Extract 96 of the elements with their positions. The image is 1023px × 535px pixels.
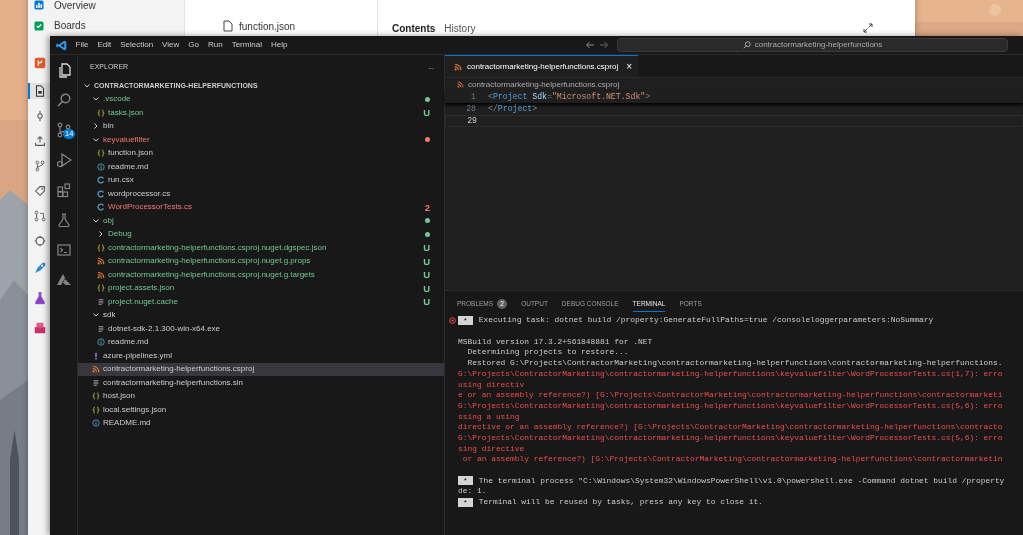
flask-icon[interactable] bbox=[55, 212, 72, 228]
tree-item[interactable]: tasks.json U bbox=[78, 106, 444, 120]
menu-item[interactable]: File bbox=[71, 39, 93, 51]
info-icon bbox=[97, 162, 105, 171]
status-letter: 2 bbox=[424, 202, 430, 212]
braces-icon bbox=[97, 243, 105, 252]
status-letter: U bbox=[423, 270, 430, 280]
tree-node[interactable]: function.json bbox=[185, 18, 377, 34]
tree-item[interactable]: contractormarketing-helperfunctions.csproj bbox=[78, 362, 444, 376]
pull-request-icon bbox=[33, 208, 47, 223]
tree-item[interactable]: keyvaluefilter bbox=[78, 133, 444, 147]
tag-icon bbox=[33, 183, 47, 198]
code-text: </Project> bbox=[488, 102, 538, 115]
line-number: 1 bbox=[470, 90, 476, 103]
back-icon bbox=[585, 40, 595, 50]
menu-item[interactable]: Run bbox=[203, 39, 228, 51]
editor-tab[interactable]: contractormarketing-helperfunctions.csproj × bbox=[445, 55, 639, 77]
tree-item[interactable]: project.assets.json U bbox=[78, 281, 444, 295]
tree-item[interactable]: bin bbox=[78, 119, 444, 133]
rocket-icon bbox=[33, 261, 47, 275]
status-letter: U bbox=[423, 243, 430, 253]
nav-icon-button[interactable] bbox=[28, 82, 50, 99]
lines-icon bbox=[97, 297, 105, 306]
rss-icon bbox=[457, 81, 464, 88]
rss-icon bbox=[454, 62, 462, 71]
app-logo-icon bbox=[56, 39, 67, 51]
package-icon bbox=[33, 321, 47, 335]
file-icon bbox=[33, 83, 47, 98]
tree-item[interactable]: contractormarketing-helperfunctions.csproj.nuget.dgspec.json U bbox=[78, 241, 444, 255]
tree-item[interactable]: host.json bbox=[78, 389, 444, 403]
braces-icon bbox=[92, 392, 100, 401]
tree-item[interactable]: sdk bbox=[78, 308, 444, 322]
tree-item[interactable]: azure-pipelines.yml bbox=[78, 349, 444, 363]
lines-icon bbox=[92, 378, 100, 387]
play-bug-icon[interactable] bbox=[55, 152, 72, 168]
search-icon bbox=[742, 41, 751, 49]
menu-item[interactable]: Go bbox=[183, 39, 204, 51]
rss-icon bbox=[97, 270, 105, 279]
braces-icon bbox=[97, 108, 105, 117]
info-icon bbox=[97, 338, 105, 347]
lines-icon bbox=[97, 324, 105, 333]
nav-item[interactable]: Overview bbox=[28, 0, 99, 12]
braces-icon bbox=[97, 149, 105, 158]
tree-item[interactable]: .vscode bbox=[78, 92, 444, 106]
tree-item[interactable]: readme.md bbox=[78, 335, 444, 349]
status-letter: U bbox=[423, 256, 430, 266]
menu-item[interactable]: View bbox=[157, 39, 184, 51]
menu-item[interactable]: Terminal bbox=[227, 39, 267, 51]
file-icon bbox=[223, 20, 233, 32]
branch-icon bbox=[33, 158, 47, 173]
upload-icon bbox=[33, 133, 47, 148]
tree-item[interactable]: wordprocessor.cs bbox=[78, 187, 444, 201]
tree-item[interactable]: readme.md bbox=[78, 160, 444, 174]
braces-icon bbox=[97, 284, 105, 293]
tree-item[interactable]: contractormarketing-helperfunctions.sln bbox=[78, 376, 444, 390]
search-icon[interactable] bbox=[55, 92, 72, 108]
tree-item[interactable]: run.csx bbox=[78, 173, 444, 187]
expand-icon bbox=[863, 23, 873, 33]
tab[interactable]: Contents bbox=[392, 20, 436, 36]
braces-icon bbox=[92, 405, 100, 414]
tree-item[interactable]: WordProcessorTests.cs 2 bbox=[78, 200, 444, 214]
command-center-field[interactable]: contractormarketing-helperfunctions bbox=[617, 38, 1008, 52]
tree-item[interactable]: contractormarketing-helperfunctions.csproj.nuget.g.props U bbox=[78, 254, 444, 268]
breadcrumb-item[interactable]: contractormarketing-helperfunctions.csproj bbox=[468, 78, 620, 91]
rss-icon bbox=[97, 257, 105, 266]
ring-icon bbox=[33, 233, 47, 248]
tree-item[interactable]: Debug bbox=[78, 227, 444, 241]
tree-item[interactable]: function.json bbox=[78, 146, 444, 160]
line-number: 28 bbox=[465, 102, 476, 115]
tree-item[interactable]: project.nuget.cache U bbox=[78, 295, 444, 309]
tree-item[interactable]: dotnet-sdk-2.1.300-win-x64.exe bbox=[78, 322, 444, 336]
tab[interactable]: History bbox=[444, 20, 476, 36]
tree-item[interactable]: local.settings.json bbox=[78, 403, 444, 417]
status-letter: U bbox=[423, 283, 430, 293]
code-text: <Project Sdk="Microsoft.NET.Sdk"> bbox=[488, 90, 651, 103]
forward-icon bbox=[599, 40, 609, 50]
triangle-logo-icon[interactable] bbox=[55, 272, 72, 288]
status-letter: U bbox=[423, 108, 430, 118]
tree-item[interactable]: README.md bbox=[78, 416, 444, 430]
board-icon bbox=[33, 19, 45, 32]
repository-icon bbox=[33, 56, 47, 70]
close-button[interactable]: × bbox=[626, 59, 633, 74]
tree-item[interactable]: obj bbox=[78, 214, 444, 228]
info-icon bbox=[92, 419, 100, 428]
rss-icon bbox=[92, 365, 100, 374]
nav-item[interactable]: Boards bbox=[28, 19, 89, 32]
blocks-icon[interactable] bbox=[55, 182, 72, 198]
tree-item[interactable]: contractormarketing-helperfunctions.csproj.nuget.g.targets U bbox=[78, 268, 444, 282]
menu-item[interactable]: Edit bbox=[92, 39, 116, 51]
line-number: 29 bbox=[466, 114, 477, 127]
exclamation-icon bbox=[92, 351, 100, 360]
status-letter: U bbox=[423, 297, 430, 307]
menu-item[interactable]: Help bbox=[266, 39, 292, 51]
terminal-icon[interactable] bbox=[55, 242, 72, 258]
flask-icon bbox=[33, 291, 47, 305]
menu-item[interactable]: Selection bbox=[115, 39, 158, 51]
